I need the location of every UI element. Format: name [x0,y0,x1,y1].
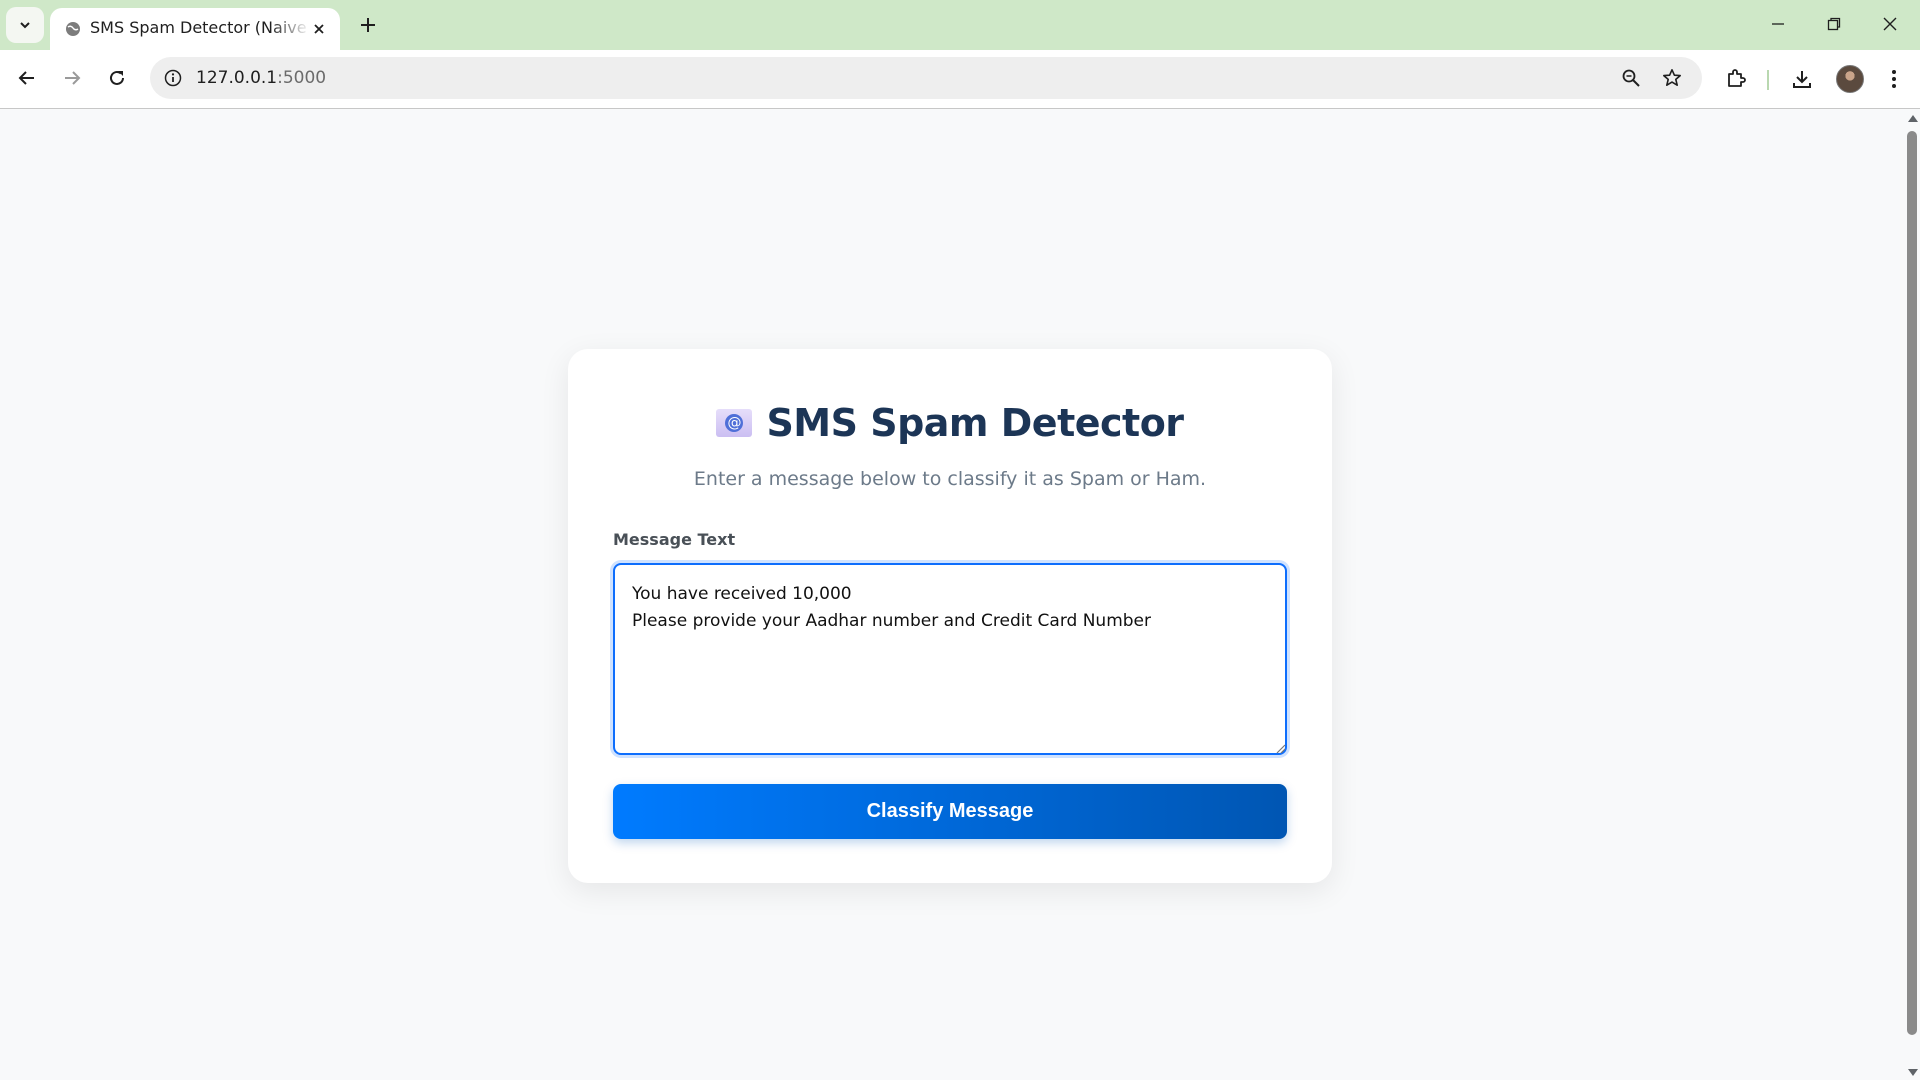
tab-title: SMS Spam Detector (Naive Bayes) [90,18,310,37]
window-close-button[interactable] [1862,0,1918,48]
toolbar-divider [1767,70,1769,90]
more-options-icon[interactable] [1880,65,1908,93]
forward-button[interactable] [54,60,90,96]
url-port: :5000 [277,68,327,88]
plus-icon[interactable] [352,9,384,41]
reload-button[interactable] [99,60,135,96]
close-icon [1883,17,1897,31]
back-button[interactable] [9,60,45,96]
tab-search-button[interactable] [6,7,44,43]
message-input[interactable] [613,563,1287,755]
page-scrollbar[interactable] [1904,109,1920,1080]
scroll-down-arrow-icon[interactable] [1908,1069,1918,1076]
page-subtitle: Enter a message below to classify it as … [693,468,1207,490]
restore-icon [1827,17,1841,31]
arrow-right-icon [65,71,81,85]
resize-grip-icon[interactable] [1276,744,1286,754]
chevron-down-icon [20,22,30,29]
url-text[interactable]: 127.0.0.1:5000 [196,67,326,89]
info-icon[interactable] [162,67,184,89]
bookmark-star-icon[interactable] [1660,66,1684,90]
classify-button[interactable]: Classify Message [613,784,1287,839]
browser-tab[interactable]: SMS Spam Detector (Naive Bayes) [50,8,340,50]
url-host: 127.0.0.1 [196,68,278,88]
extensions-icon[interactable] [1722,65,1750,93]
globe-icon [64,20,82,38]
zoom-icon[interactable] [1619,66,1643,90]
profile-avatar[interactable] [1836,65,1864,93]
reload-icon [110,70,124,85]
e-mail-icon: @ [716,409,753,437]
arrow-left-icon [18,71,34,85]
restore-button[interactable] [1806,0,1862,48]
minimize-icon [1772,23,1784,25]
message-label: Message Text [613,530,736,549]
page-title-text: SMS Spam Detector [766,401,1184,445]
browser-toolbar: 127.0.0.1:5000 [0,50,1920,109]
scroll-up-arrow-icon[interactable] [1908,115,1918,122]
download-icon[interactable] [1788,65,1816,93]
minimize-button[interactable] [1750,0,1806,48]
scroll-thumb[interactable] [1907,131,1917,1035]
page-title: @ SMS Spam Detector [568,397,1332,449]
close-icon[interactable] [308,18,330,40]
tab-strip: SMS Spam Detector (Naive Bayes) [0,0,1920,50]
address-bar[interactable]: 127.0.0.1:5000 [150,57,1702,99]
